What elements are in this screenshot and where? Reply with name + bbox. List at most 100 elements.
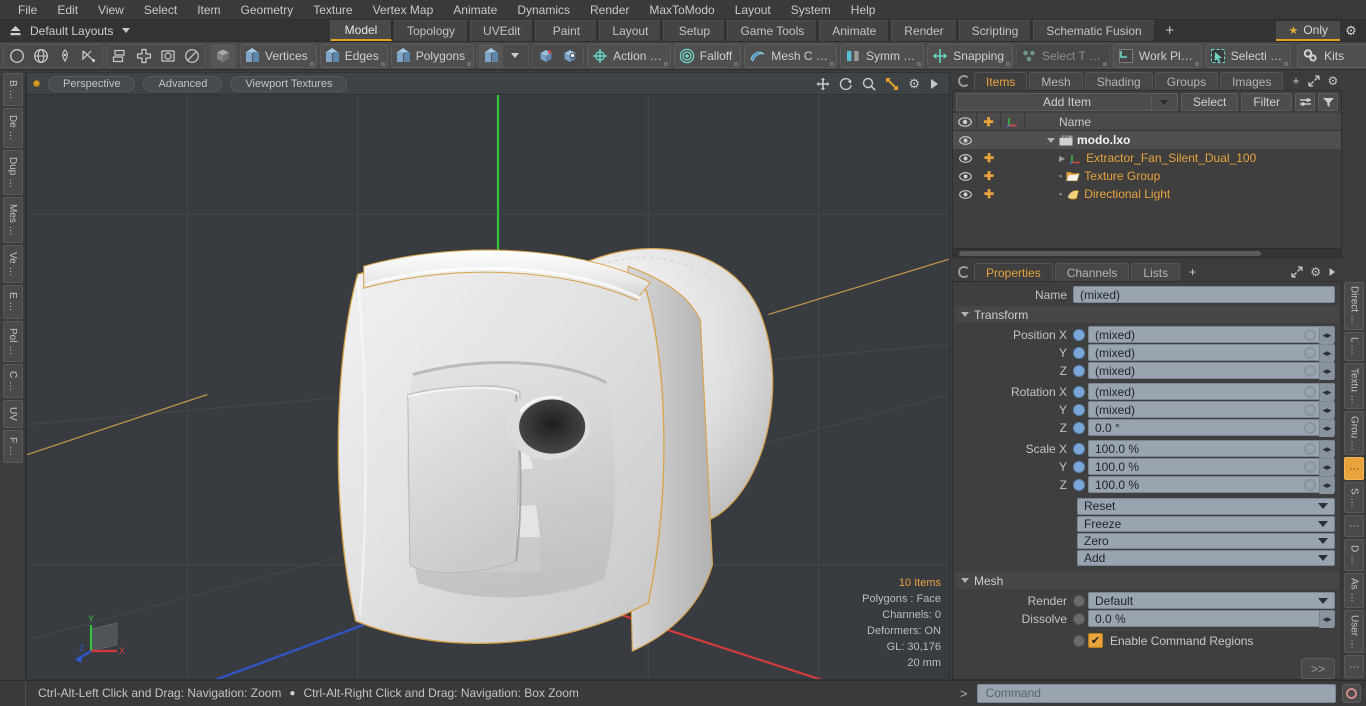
globe-icon[interactable] (29, 45, 53, 67)
left-tab-curve[interactable]: C … (2, 363, 23, 398)
table-row[interactable]: ✚ ▪ Texture Group (953, 167, 1341, 185)
move-icon[interactable] (816, 77, 830, 91)
zoom-icon[interactable] (862, 77, 877, 91)
menu-item-maxtomodo[interactable]: MaxToModo (639, 0, 724, 20)
table-row[interactable]: ✚ ▶ Extractor_Fan_Silent_Dual_100 (953, 149, 1341, 167)
component-mode-polygons[interactable]: Polygons (390, 43, 475, 68)
snap-element-icon[interactable] (558, 45, 582, 67)
rotate-icon[interactable] (839, 77, 853, 91)
menu-item-item[interactable]: Item (187, 0, 230, 20)
viewport-shading-button[interactable]: Advanced (143, 75, 223, 92)
right-tab-active[interactable]: ⋮ (1344, 457, 1364, 480)
menu-item-dynamics[interactable]: Dynamics (507, 0, 580, 20)
status-grip[interactable] (0, 680, 26, 706)
select-through-button[interactable]: Select T … (1016, 43, 1110, 68)
dissolve-field[interactable]: 0.0 % ◂▸ (1088, 610, 1335, 629)
row-visibility-toggle[interactable] (953, 167, 977, 185)
menu-item-animate[interactable]: Animate (443, 0, 507, 20)
menu-item-edit[interactable]: Edit (47, 0, 88, 20)
add-item-button[interactable]: Add Item (956, 93, 1178, 111)
pen-icon[interactable] (53, 45, 77, 67)
menu-item-render[interactable]: Render (580, 0, 639, 20)
symmetry-button[interactable]: Symm … (839, 43, 925, 68)
chevron-down-icon[interactable] (1150, 94, 1177, 110)
tab-layout[interactable]: Layout (599, 20, 662, 41)
left-tab-fusion[interactable]: F … (2, 429, 23, 463)
position-y-field[interactable]: (mixed) ◂▸ (1088, 344, 1335, 363)
circle-icon[interactable] (5, 45, 29, 67)
command-record-button[interactable] (1342, 683, 1361, 703)
viewport-3d[interactable]: Y X Z 10 Items Polygons : Face Channels:… (26, 94, 950, 680)
expand-arrow-icon[interactable]: ▶ (1059, 154, 1065, 163)
right-tab-textures[interactable]: Textu … (1344, 363, 1364, 410)
component-mode-vertices[interactable]: Vertices (240, 43, 317, 68)
row-visibility-toggle[interactable] (953, 149, 977, 167)
row-name-cell[interactable]: ▪ Texture Group (1025, 169, 1341, 183)
tab-images[interactable]: Images (1220, 72, 1284, 90)
channel-dot-icon[interactable] (1073, 612, 1085, 625)
mirror-icon[interactable] (108, 45, 132, 67)
zero-dropdown[interactable]: Zero (1077, 532, 1335, 549)
panel-menu-icon[interactable] (958, 266, 970, 278)
row-axis-cell[interactable] (1001, 185, 1025, 203)
layout-selector[interactable]: Default Layouts (0, 20, 330, 41)
left-tab-vertex[interactable]: Ve … (2, 244, 23, 284)
add-panel-tab-button[interactable]: + (1285, 72, 1306, 90)
name-field[interactable]: (mixed) (1073, 286, 1335, 304)
tab-items[interactable]: Items (974, 72, 1028, 90)
freeze-dropdown[interactable]: Freeze (1077, 515, 1335, 532)
channel-dot-icon[interactable] (1073, 478, 1085, 491)
snapping-button[interactable]: Snapping (927, 43, 1013, 68)
right-tab-shader[interactable]: S … (1344, 481, 1364, 513)
only-toggle-button[interactable]: ★ Only (1276, 20, 1340, 41)
gear-icon[interactable]: ⚙ (1327, 74, 1338, 88)
menu-item-select[interactable]: Select (134, 0, 187, 20)
collapse-up-icon[interactable] (4, 22, 26, 40)
scale-x-field[interactable]: 100.0 % ◂▸ (1088, 440, 1335, 459)
viewport-textures-button[interactable]: Viewport Textures (230, 75, 348, 92)
tab-properties[interactable]: Properties (974, 263, 1053, 281)
work-plane-button[interactable]: Work Pl… (1112, 43, 1202, 68)
right-tab-deform[interactable]: D … (1344, 539, 1364, 571)
tab-groups[interactable]: Groups (1154, 72, 1219, 90)
tab-schematic-fusion[interactable]: Schematic Fusion (1033, 20, 1155, 41)
snap-vertex-icon[interactable] (534, 45, 558, 67)
left-tab-mesh[interactable]: Mes … (2, 197, 23, 243)
channel-dot-icon[interactable] (1073, 403, 1085, 416)
tab-scripting[interactable]: Scripting (958, 20, 1032, 41)
gear-icon[interactable]: ⚙ (908, 76, 920, 92)
menu-item-help[interactable]: Help (841, 0, 886, 20)
items-horizontal-scrollbar[interactable] (953, 248, 1341, 257)
right-tab-lists[interactable]: L … (1344, 331, 1364, 362)
right-tab-more[interactable]: ⋮ (1344, 514, 1364, 538)
center-icon[interactable] (132, 45, 156, 67)
command-input[interactable]: Command (976, 683, 1336, 703)
right-tab-groups[interactable]: Grou … (1344, 411, 1364, 456)
rotation-y-field[interactable]: (mixed) ◂▸ (1088, 401, 1335, 420)
table-row[interactable]: ✚ ▪ Directional Light (953, 185, 1341, 203)
enable-command-regions-checkbox[interactable]: ✔ (1088, 633, 1103, 649)
row-transform-cell[interactable] (977, 131, 1001, 149)
tab-animate[interactable]: Animate (819, 20, 890, 41)
left-tab-uv[interactable]: UV (2, 399, 23, 428)
row-transform-toggle[interactable]: ✚ (977, 167, 1001, 185)
curve-icon[interactable] (77, 45, 101, 67)
menu-item-geometry[interactable]: Geometry (231, 0, 304, 20)
tab-game-tools[interactable]: Game Tools (727, 20, 818, 41)
left-tab-polygon[interactable]: Pol … (2, 320, 23, 362)
mesh-constraint-button[interactable]: Mesh C … (744, 43, 837, 68)
component-mode-edges[interactable]: Edges (319, 43, 388, 68)
items-mode-icon[interactable] (479, 44, 504, 67)
table-row[interactable]: modo.lxo (953, 131, 1341, 149)
channel-dot-icon[interactable] (1073, 385, 1085, 398)
menu-item-file[interactable]: File (8, 0, 47, 20)
rotation-z-field[interactable]: 0.0 ° ◂▸ (1088, 419, 1335, 438)
row-axis-cell[interactable] (1001, 131, 1025, 149)
right-tab-extra[interactable]: ⋮ (1344, 655, 1364, 678)
tab-mesh-ops[interactable]: Mesh Ops (1029, 72, 1083, 107)
add-dropdown[interactable]: Add (1077, 549, 1335, 567)
mesh-group-header[interactable]: Mesh (955, 572, 1339, 590)
row-name-cell[interactable]: ▪ Directional Light (1025, 187, 1341, 201)
selection-set-button[interactable]: Selecti … (1204, 43, 1292, 68)
rotation-x-field[interactable]: (mixed) ◂▸ (1088, 383, 1335, 402)
